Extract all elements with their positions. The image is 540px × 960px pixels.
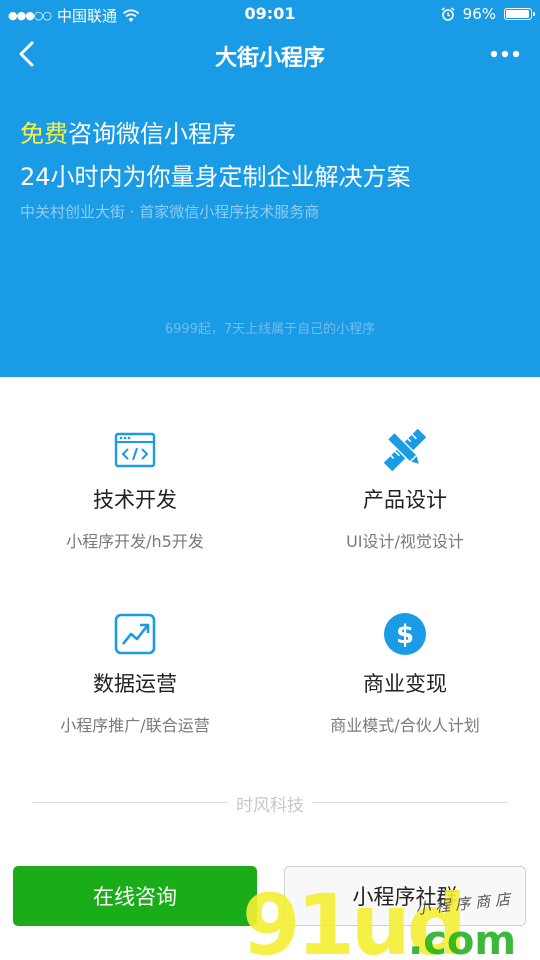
hero-price-note: 6999起，7天上线属于自己的小程序 [164,322,376,337]
alarm-icon [441,7,455,21]
battery-percent: 96% [462,5,496,23]
service-monetization[interactable]: $ 商业变现 商业模式/合伙人计划 [270,612,540,736]
hero-headline-rest: 咨询微信小程序 [68,120,236,148]
service-tech-dev[interactable]: 技术开发 小程序开发/h5开发 [0,428,270,552]
service-desc: UI设计/视觉设计 [346,532,464,551]
hero-free-highlight: 免费 [20,120,68,148]
status-right: 96% [441,5,535,23]
code-window-icon [114,432,156,468]
service-data-ops[interactable]: 数据运营 小程序推广/联合运营 [0,612,270,736]
service-title: 产品设计 [363,488,447,512]
company-label: 时风科技 [228,796,312,816]
service-product-design[interactable]: 产品设计 UI设计/视觉设计 [270,428,540,552]
service-desc: 小程序推广/联合运营 [60,716,210,735]
service-title: 技术开发 [93,488,177,512]
community-group-button[interactable]: 小程序社群 [284,866,526,926]
service-desc: 商业模式/合伙人计划 [330,716,480,735]
hero-tagline: 24小时内为你量身定制企业解决方案 [20,163,411,191]
online-consult-button[interactable]: 在线咨询 [13,866,257,926]
pencil-ruler-icon [383,428,427,472]
svg-text:$: $ [396,620,414,650]
divider-label: 时风科技 [0,791,540,816]
service-desc: 小程序开发/h5开发 [66,532,204,551]
service-title: 数据运营 [93,672,177,696]
trend-chart-icon [114,613,156,655]
service-title: 商业变现 [363,672,447,696]
hero-subtitle: 中关村创业大街 · 首家微信小程序技术服务商 [20,203,320,221]
battery-fill [506,10,529,18]
hero-banner: 免费咨询微信小程序 24小时内为你量身定制企业解决方案 中关村创业大街 · 首家… [0,80,540,377]
hero-headline: 免费咨询微信小程序 [20,114,236,149]
status-bar: ●●●○○ 中国联通 09:01 96% [0,0,540,28]
page-title: 大街小程序 [214,46,325,71]
battery-icon [504,8,535,20]
dollar-coin-icon: $ [384,613,426,655]
nav-bar: 大街小程序 [0,28,540,80]
more-dots-icon[interactable] [490,50,520,58]
